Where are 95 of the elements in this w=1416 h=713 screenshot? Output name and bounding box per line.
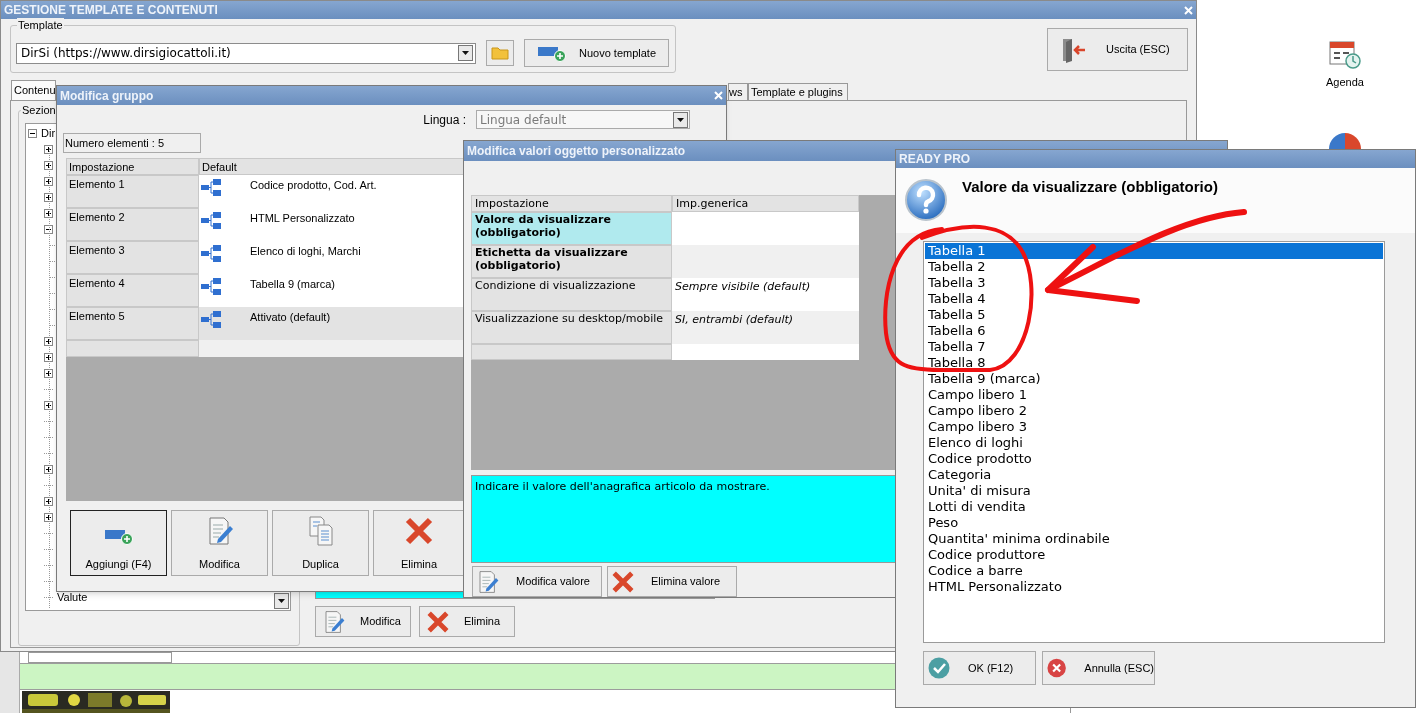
folder-icon (491, 46, 509, 60)
delete-button[interactable]: Elimina (373, 510, 465, 576)
expand-icon[interactable] (44, 512, 53, 522)
close-icon (1184, 5, 1193, 15)
expand-icon[interactable] (44, 352, 53, 362)
tree-item[interactable]: Dir (41, 124, 56, 142)
column-header: Imp.generica (672, 194, 859, 212)
table-cell: Elemento 1 (66, 175, 199, 208)
table-cell: Etichetta da visualizzare (obbligatorio) (471, 244, 672, 278)
list-item[interactable]: Tabella 6 (925, 323, 1383, 339)
list-item[interactable]: Campo libero 1 (925, 387, 1383, 403)
cancel-button[interactable]: Annulla (ESC) (1042, 651, 1155, 685)
delete-icon (426, 609, 450, 634)
hierarchy-icon (200, 276, 222, 296)
check-icon (928, 657, 950, 679)
list-item[interactable]: Campo libero 2 (925, 403, 1383, 419)
tab[interactable]: Template e plugins (748, 83, 848, 100)
list-item[interactable]: Tabella 8 (925, 355, 1383, 371)
desktop-icon-label[interactable]: Agenda (1326, 74, 1364, 91)
cell-text: Codice prodotto, Cod. Art. (250, 178, 377, 193)
expand-icon[interactable] (44, 192, 53, 202)
expand-icon[interactable] (44, 144, 53, 154)
window-title: GESTIONE TEMPLATE E CONTENUTI (4, 2, 218, 19)
dialog-heading: Valore da visualizzare (obbligatorio) (962, 177, 1218, 197)
list-item[interactable]: Codice a barre (925, 563, 1383, 579)
delete-icon (611, 569, 635, 594)
list-item[interactable]: Campo libero 3 (925, 419, 1383, 435)
language-dropdown[interactable]: Lingua default (476, 110, 690, 129)
window-title: Modifica valori oggetto personalizzato (467, 142, 686, 160)
table-cell: Elemento 4 (66, 274, 199, 307)
window-title: Modifica gruppo (60, 87, 154, 105)
hierarchy-icon (200, 309, 222, 329)
table-cell: Valore da visualizzare (obbligatorio) (471, 211, 672, 245)
list-item[interactable]: Elenco di loghi (925, 435, 1383, 451)
hierarchy-icon (200, 210, 222, 230)
new-template-button[interactable]: Nuovo template (524, 39, 669, 67)
tab[interactable]: ws (728, 83, 748, 100)
list-item[interactable]: Codice prodotto (925, 451, 1383, 467)
calendar-icon (1328, 38, 1362, 70)
expand-icon[interactable] (44, 208, 53, 218)
column-header: Impostazione (66, 158, 199, 175)
exit-button[interactable]: Uscita (ESC) (1047, 28, 1188, 71)
expand-icon[interactable] (44, 176, 53, 186)
help-icon (904, 178, 948, 222)
duplicate-icon (306, 515, 335, 546)
table-cell: Elemento 3 (66, 241, 199, 274)
edit-button[interactable]: Modifica valore (472, 566, 602, 597)
group-label: Template (17, 18, 64, 32)
delete-icon (404, 515, 434, 546)
list-item[interactable]: Tabella 5 (925, 307, 1383, 323)
list-item[interactable]: Tabella 2 (925, 259, 1383, 275)
count-label: Numero elementi : 5 (63, 133, 201, 153)
collapse-icon[interactable] (28, 128, 37, 138)
list-item[interactable]: Tabella 7 (925, 339, 1383, 355)
column-header: Impostazione (471, 194, 672, 212)
expand-icon[interactable] (44, 368, 53, 378)
expand-icon[interactable] (44, 496, 53, 506)
table-cell: Elemento 2 (66, 208, 199, 241)
cancel-icon (1047, 657, 1067, 679)
list-item[interactable]: HTML Personalizzato (925, 579, 1383, 595)
delete-button[interactable]: Elimina (419, 606, 515, 637)
cell-text: Tabella 9 (marca) (250, 277, 335, 292)
cell-text: Elenco di loghi, Marchi (250, 244, 361, 259)
list-item[interactable]: Tabella 9 (marca) (925, 371, 1383, 387)
delete-button[interactable]: Elimina valore (607, 566, 737, 597)
table-cell: SI, entrambi (default) (672, 310, 859, 344)
list-item[interactable]: Tabella 3 (925, 275, 1383, 291)
cell-text: Attivato (default) (250, 310, 331, 325)
add-button[interactable]: Aggiungi (F4) (70, 510, 167, 576)
collapse-icon[interactable] (44, 224, 53, 234)
edit-button[interactable]: Modifica (171, 510, 268, 576)
duplicate-button[interactable]: Duplica (272, 510, 369, 576)
edit-button[interactable]: Modifica (315, 606, 411, 637)
expand-icon[interactable] (44, 400, 53, 410)
tree-item[interactable]: Valute (57, 588, 88, 606)
expand-icon[interactable] (44, 336, 53, 346)
tab[interactable]: Contenu (11, 80, 56, 100)
field-label: Lingua : (423, 111, 466, 129)
close-icon (714, 91, 723, 100)
table-cell: Sempre visibile (default) (672, 277, 859, 311)
table-cell: Condizione di visualizzazione (471, 277, 672, 311)
hierarchy-icon (200, 177, 222, 197)
edit-icon (322, 609, 346, 634)
expand-icon[interactable] (44, 464, 53, 474)
hierarchy-icon (200, 243, 222, 263)
edit-icon (476, 569, 500, 594)
expand-icon[interactable] (44, 160, 53, 170)
ok-button[interactable]: OK (F12) (923, 651, 1036, 685)
list-item[interactable]: Tabella 4 (925, 291, 1383, 307)
table-cell: Visualizzazione su desktop/mobile (471, 310, 672, 344)
template-dropdown[interactable]: DirSi (https://www.dirsigiocattoli.it) (16, 42, 476, 64)
list-item[interactable]: Tabella 1 (925, 243, 1383, 259)
table-cell: Elemento 5 (66, 307, 199, 340)
group-label: Sezion (21, 103, 57, 117)
cell-text: HTML Personalizzato (250, 211, 355, 226)
